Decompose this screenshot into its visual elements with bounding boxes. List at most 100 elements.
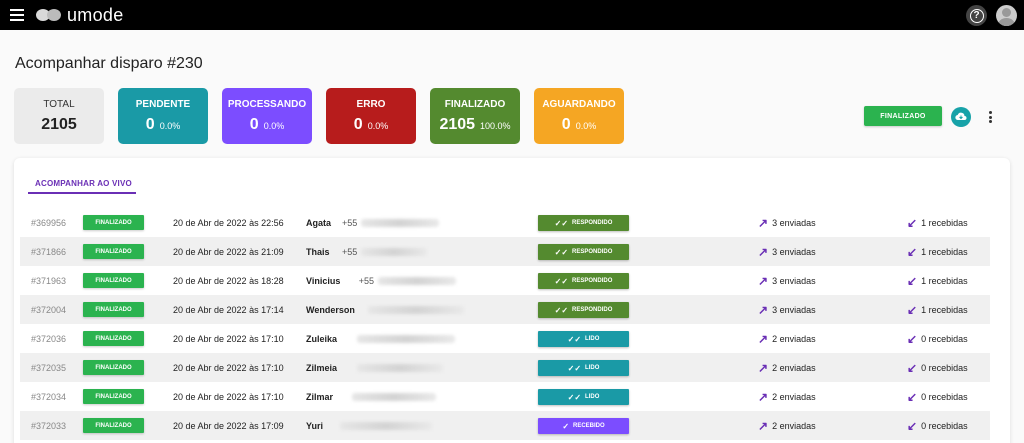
- arrow-up-right-icon: ↗: [758, 302, 769, 317]
- contact-phone: +55: [359, 266, 457, 295]
- received-label: 1 recebidas: [921, 217, 968, 228]
- phone-redacted: [368, 305, 465, 314]
- arrow-down-left-icon: ↙: [907, 389, 918, 404]
- arrow-up-right-icon: ↗: [758, 215, 769, 230]
- response-label: RECEBIDO: [573, 423, 605, 429]
- more-vert-icon[interactable]: [985, 109, 995, 125]
- response-badge: ✓✓ LIDO: [538, 389, 629, 405]
- contact-phone: [353, 353, 444, 382]
- check-icon: ✓: [562, 421, 570, 431]
- table-row[interactable]: #372004 FINALIZADO 20 de Abr de 2022 às …: [20, 295, 990, 324]
- dispatch-id[interactable]: #369956: [31, 208, 66, 237]
- check-icon: ✓✓: [567, 334, 582, 344]
- response-badge: ✓✓ LIDO: [538, 331, 629, 347]
- timestamp: 20 de Abr de 2022 às 17:10: [173, 391, 284, 402]
- received-count: ↙ 0 recebidas: [907, 411, 968, 440]
- stat-percent: 100.0%: [480, 121, 511, 131]
- contact-name: Vinicius: [306, 275, 341, 286]
- check-icon: ✓✓: [554, 276, 569, 286]
- phone-redacted: [351, 392, 436, 401]
- contact-name: Agata: [306, 217, 332, 228]
- timestamp: 20 de Abr de 2022 às 18:28: [173, 275, 284, 286]
- arrow-up-right-icon: ↗: [758, 418, 769, 433]
- sent-count: ↗ 2 enviadas: [758, 324, 816, 353]
- dispatch-id[interactable]: #372033: [31, 411, 66, 440]
- received-count: ↙ 0 recebidas: [907, 353, 968, 382]
- logo-mark-icon: [36, 8, 64, 22]
- arrow-down-left-icon: ↙: [907, 244, 918, 259]
- contact-phone: [353, 324, 456, 353]
- timestamp: 20 de Abr de 2022 às 17:10: [173, 333, 284, 344]
- dispatch-id[interactable]: #371866: [31, 237, 66, 266]
- contact-name: Wenderson: [306, 304, 355, 315]
- contact-name: Zilmar: [306, 391, 334, 402]
- contact-phone: [336, 411, 433, 440]
- cloud-download-button[interactable]: [951, 107, 971, 127]
- dispatch-id[interactable]: #371963: [31, 266, 66, 295]
- arrow-up-right-icon: ↗: [758, 389, 769, 404]
- phone-redacted: [361, 218, 440, 227]
- table-row[interactable]: #371963 FINALIZADO 20 de Abr de 2022 às …: [20, 266, 990, 295]
- response-label: RESPONDIDO: [572, 220, 613, 226]
- response-label: RESPONDIDO: [572, 278, 613, 284]
- arrow-down-left-icon: ↙: [907, 273, 918, 288]
- dispatch-id[interactable]: #372035: [31, 353, 66, 382]
- received-label: 0 recebidas: [921, 420, 968, 431]
- stat-label: AGUARDANDO: [542, 99, 616, 110]
- received-count: ↙ 0 recebidas: [907, 324, 968, 353]
- table-row[interactable]: #372034 FINALIZADO 20 de Abr de 2022 às …: [20, 382, 990, 411]
- stat-card-finalizado[interactable]: FINALIZADO 2105 100.0%: [430, 88, 520, 144]
- table-row[interactable]: #371866 FINALIZADO 20 de Abr de 2022 às …: [20, 237, 990, 266]
- stat-card-aguardando[interactable]: AGUARDANDO 0 0.0%: [534, 88, 624, 144]
- table-row[interactable]: #369956 FINALIZADO 20 de Abr de 2022 às …: [20, 208, 990, 237]
- arrow-down-left-icon: ↙: [907, 360, 918, 375]
- menu-icon[interactable]: [10, 9, 24, 21]
- received-label: 1 recebidas: [921, 246, 968, 257]
- stat-label: PENDENTE: [135, 99, 191, 110]
- status-badge: FINALIZADO: [83, 331, 144, 346]
- stat-percent: 0.0%: [263, 121, 285, 131]
- stat-card-processando[interactable]: PROCESSANDO 0 0.0%: [222, 88, 312, 144]
- received-label: 0 recebidas: [921, 391, 968, 402]
- arrow-down-left-icon: ↙: [907, 418, 918, 433]
- logo-text: umode: [67, 4, 124, 25]
- status-badge: FINALIZADO: [83, 418, 144, 433]
- table-row[interactable]: #372035 FINALIZADO 20 de Abr de 2022 às …: [20, 353, 990, 382]
- table-row[interactable]: #372036 FINALIZADO 20 de Abr de 2022 às …: [20, 324, 990, 353]
- sent-label: 3 enviadas: [772, 246, 816, 257]
- arrow-down-left-icon: ↙: [907, 215, 918, 230]
- avatar[interactable]: [996, 5, 1017, 26]
- logo[interactable]: umode: [36, 5, 124, 25]
- contact-name: Thais: [306, 246, 330, 257]
- sent-count: ↗ 3 enviadas: [758, 237, 816, 266]
- sent-count: ↗ 3 enviadas: [758, 266, 816, 295]
- check-icon: ✓✓: [554, 305, 569, 315]
- finalizado-button[interactable]: FINALIZADO: [864, 106, 942, 126]
- help-button[interactable]: ?: [966, 5, 987, 26]
- help-icon: ?: [969, 8, 984, 23]
- phone-prefix: +55: [342, 217, 358, 228]
- table-row[interactable]: #372033 FINALIZADO 20 de Abr de 2022 às …: [20, 411, 990, 440]
- arrow-down-left-icon: ↙: [907, 331, 918, 346]
- received-label: 1 recebidas: [921, 304, 968, 315]
- sent-label: 2 enviadas: [772, 362, 816, 373]
- sent-label: 2 enviadas: [772, 333, 816, 344]
- sent-label: 2 enviadas: [772, 391, 816, 402]
- dispatch-id[interactable]: #372004: [31, 295, 66, 324]
- dispatch-id[interactable]: #372034: [31, 382, 66, 411]
- arrow-up-right-icon: ↗: [758, 273, 769, 288]
- stat-label: PROCESSANDO: [227, 99, 307, 110]
- phone-redacted: [357, 363, 444, 372]
- stat-card-pendente[interactable]: PENDENTE 0 0.0%: [118, 88, 208, 144]
- status-badge: FINALIZADO: [83, 389, 144, 404]
- stat-percent: 0.0%: [159, 121, 181, 131]
- stat-label: FINALIZADO: [444, 99, 506, 110]
- stat-card-erro[interactable]: ERRO 0 0.0%: [326, 88, 416, 144]
- response-label: LIDO: [585, 336, 600, 342]
- dispatch-id[interactable]: #372036: [31, 324, 66, 353]
- response-badge: ✓ RECEBIDO: [538, 418, 629, 434]
- arrow-up-right-icon: ↗: [758, 360, 769, 375]
- response-label: RESPONDIDO: [572, 249, 613, 255]
- stat-value: 0: [353, 116, 363, 133]
- stat-label: ERRO: [356, 99, 386, 110]
